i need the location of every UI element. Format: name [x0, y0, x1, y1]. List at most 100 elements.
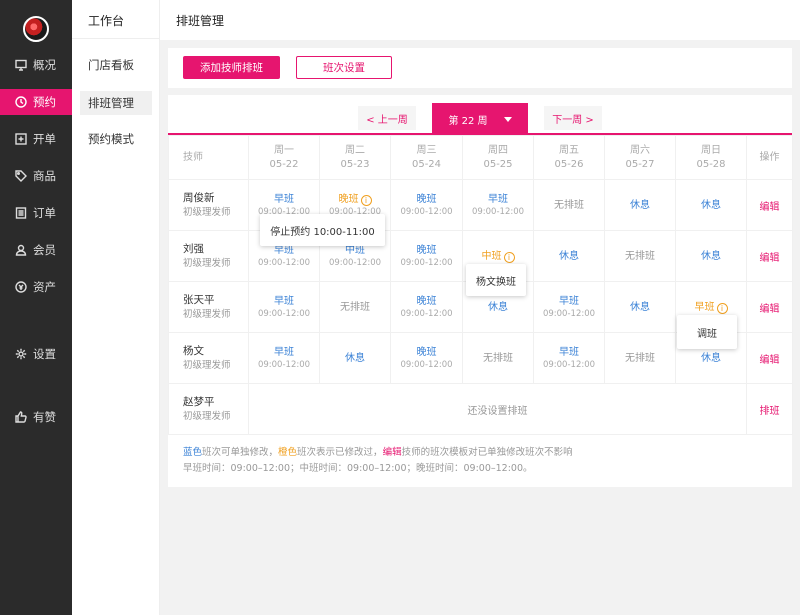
subnav-item-schedule[interactable]: 排班管理 [80, 91, 152, 115]
stop-booking-popover[interactable]: 停止预约 10:00-11:00 [260, 214, 385, 246]
column-header-action: 操作 [746, 135, 793, 180]
shift-cell[interactable]: 早班 09:00-12:00 [462, 179, 534, 231]
schedule-link[interactable]: 排班 [760, 406, 780, 417]
action-cell: 编辑 [746, 230, 793, 282]
edit-link[interactable]: 编辑 [760, 253, 780, 264]
week-navigator: < 上一周 第 22 周 下一周 > [168, 103, 792, 135]
nav-item-assets[interactable]: 资产 [0, 274, 72, 300]
shift-cell[interactable]: 休息 [604, 179, 676, 231]
current-week-dropdown[interactable]: 第 22 周 [432, 103, 528, 135]
gear-icon [14, 348, 27, 361]
column-header-day: 周四 05-25 [462, 135, 534, 180]
shift-cell[interactable]: 休息 [675, 179, 747, 231]
nav-item-booking[interactable]: 预约 [0, 89, 72, 115]
caret-down-icon [503, 116, 512, 122]
shift-label: 早班 [274, 244, 294, 256]
legend: 蓝色班次可单独修改，橙色班次表示已修改过，编辑技师的班次模板对已单独修改班次不影… [183, 445, 573, 477]
technician-name: 杨文 [183, 345, 204, 357]
shift-label: 休息 [701, 199, 721, 211]
shift-label: 无排班 [554, 199, 584, 211]
technician-name: 张天平 [183, 294, 215, 306]
column-header-day: 周二 05-23 [319, 135, 391, 180]
nav-item-overview[interactable]: 概况 [0, 52, 72, 78]
info-icon[interactable]: i [716, 302, 728, 314]
shift-label: 休息 [488, 301, 508, 313]
shift-label: 晚班 [416, 346, 437, 358]
nav-item-label: 预约 [33, 95, 56, 109]
monitor-icon [14, 59, 27, 72]
shift-label: 晚班 [416, 193, 437, 205]
shift-label: 休息 [630, 199, 650, 211]
nav-item-members[interactable]: 会员 [0, 237, 72, 263]
subnav-item-booking-mode[interactable]: 预约模式 [80, 127, 152, 151]
column-header-tech: 技师 [168, 135, 249, 180]
shift-time: 09:00-12:00 [542, 308, 596, 319]
edit-link[interactable]: 编辑 [760, 304, 780, 315]
swap-shift-popover[interactable]: 杨文换班 [466, 264, 526, 296]
shift-cell[interactable]: 休息 [675, 230, 747, 282]
shift-cell[interactable]: 无排班 [604, 230, 676, 282]
next-week-button[interactable]: 下一周 > [544, 106, 602, 130]
plus-square-icon [14, 133, 27, 146]
legend-line: 蓝色班次可单独修改，橙色班次表示已修改过，编辑技师的班次模板对已单独修改班次不影… [183, 447, 573, 458]
shift-cell[interactable]: 早班 09:00-12:00 [248, 332, 320, 384]
shift-cell[interactable]: 休息 [604, 281, 676, 333]
shift-cell[interactable]: 无排班 [533, 179, 605, 231]
technician-cell: 周俊新 初级理发师 [168, 179, 249, 231]
shift-cell[interactable]: 无排班 [319, 281, 391, 333]
shift-label: 休息 [630, 301, 650, 313]
shift-label: 中班 [345, 244, 365, 256]
shift-label: 休息 [701, 352, 721, 364]
shift-time: 09:00-12:00 [400, 206, 453, 217]
edit-link[interactable]: 编辑 [760, 202, 780, 213]
shift-label: 晚班 [338, 193, 359, 205]
shift-label: 早班 [559, 346, 579, 358]
shift-label: 早班 [274, 346, 294, 358]
nav-item-youzan[interactable]: 有赞 [0, 404, 72, 430]
shift-cell[interactable]: 无排班 [462, 332, 534, 384]
shift-cell[interactable]: 休息 [533, 230, 605, 282]
no-schedule-message: 还没设置排班 [248, 383, 747, 435]
shift-label: 早班 [694, 301, 715, 313]
shift-cell[interactable]: 早班 09:00-12:00 [533, 332, 605, 384]
shift-cell[interactable]: 休息 [319, 332, 391, 384]
shift-label: 无排班 [340, 301, 370, 313]
shift-cell[interactable]: 晚班 09:00-12:00 [390, 281, 463, 333]
nav-item-billing[interactable]: 开单 [0, 126, 72, 152]
nav-item-settings[interactable]: 设置 [0, 341, 72, 367]
shift-cell[interactable]: 早班 09:00-12:00 [533, 281, 605, 333]
nav-item-label: 资产 [33, 280, 56, 294]
nav-item-products[interactable]: 商品 [0, 163, 72, 189]
nav-item-label: 设置 [33, 347, 56, 361]
brand-logo[interactable] [23, 16, 49, 42]
nav-item-orders[interactable]: 订单 [0, 200, 72, 226]
prev-week-button[interactable]: < 上一周 [358, 106, 416, 130]
adjust-shift-popover[interactable]: 调班 [677, 315, 737, 349]
shift-cell[interactable]: 无排班 [604, 332, 676, 384]
shift-label: 休息 [701, 250, 721, 262]
edit-link[interactable]: 编辑 [760, 355, 780, 366]
shift-time: 09:00-12:00 [257, 359, 311, 370]
shift-time: 09:00-12:00 [542, 359, 596, 370]
shift-label: 晚班 [416, 244, 437, 256]
action-cell: 编辑 [746, 179, 793, 231]
add-schedule-button[interactable]: 添加技师排班 [183, 56, 280, 79]
shift-cell[interactable]: 早班 09:00-12:00 [248, 281, 320, 333]
shift-cell[interactable]: 晚班 09:00-12:00 [390, 332, 463, 384]
technician-role: 初级理发师 [183, 258, 231, 269]
technician-name: 赵梦平 [183, 396, 215, 408]
info-icon[interactable]: i [360, 194, 372, 206]
subnav-item-store-board[interactable]: 门店看板 [80, 53, 152, 77]
shift-cell[interactable]: 晚班 09:00-12:00 [390, 230, 463, 282]
action-cell: 排班 [746, 383, 793, 435]
column-header-day: 周三 05-24 [390, 135, 463, 180]
shift-settings-button[interactable]: 班次设置 [296, 56, 392, 79]
shift-label: 早班 [559, 295, 579, 307]
page-header: 排班管理 [160, 0, 800, 40]
shift-cell[interactable]: 晚班 09:00-12:00 [390, 179, 463, 231]
current-week-label: 第 22 周 [448, 115, 488, 127]
shift-time: 09:00-12:00 [400, 257, 453, 268]
technician-role: 初级理发师 [183, 207, 231, 218]
info-icon[interactable]: i [503, 251, 515, 263]
technician-role: 初级理发师 [183, 309, 231, 320]
